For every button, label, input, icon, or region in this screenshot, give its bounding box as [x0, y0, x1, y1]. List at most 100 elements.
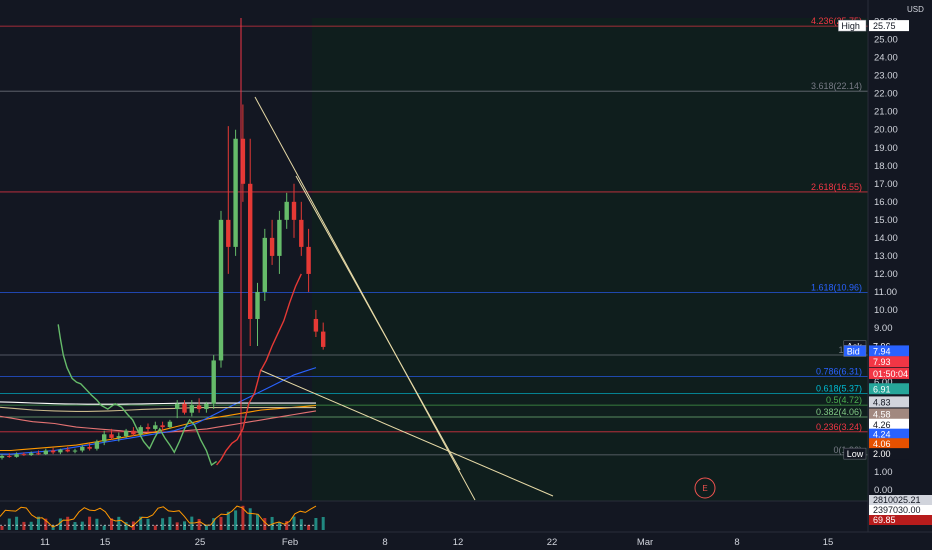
volume-bar — [7, 518, 11, 530]
indicator-tag: 2810025.21 — [869, 495, 932, 505]
price-tag-value: 4.58 — [873, 409, 891, 419]
indicator-tag-value: 69.85 — [873, 515, 896, 525]
price-tag: 7.93 — [869, 356, 909, 368]
volume-bar — [153, 525, 157, 530]
x-tick-label: 25 — [195, 537, 206, 548]
volume-bar — [299, 519, 303, 530]
candle-body — [255, 291, 260, 319]
candle-body — [0, 455, 5, 458]
x-tick-label: 15 — [823, 537, 834, 548]
x-tick-label: Mar — [637, 537, 653, 548]
volume-bar — [175, 522, 179, 530]
candle-body — [175, 403, 180, 410]
candle-body — [167, 421, 173, 428]
volume-bar — [197, 518, 201, 530]
candle — [218, 210, 224, 368]
y-tick-label: 16.00 — [874, 197, 898, 208]
volume-bar — [256, 514, 259, 530]
x-tick-label: 11 — [40, 537, 50, 548]
y-tick-label: 20.00 — [874, 125, 898, 136]
price-tag-value: 7.93 — [873, 357, 891, 367]
y-tick-label: 25.00 — [874, 35, 898, 46]
indicator-tag: 69.85 — [869, 515, 932, 525]
price-tag-value: 4.26 — [873, 420, 891, 430]
candle-body — [94, 441, 100, 449]
x-tick-label: 22 — [547, 537, 558, 548]
volume-bar — [88, 516, 92, 530]
price-tag: 4.83 — [869, 396, 909, 408]
volume-bar — [204, 525, 208, 530]
fib-label: 0.618(5.37) — [816, 383, 862, 393]
y-tick-label: 10.00 — [874, 305, 898, 316]
candle-body — [299, 219, 304, 247]
volume-bar — [219, 516, 223, 530]
price-chart[interactable]: 4.236(25.75)3.618(22.14)2.618(16.55)1.61… — [0, 0, 932, 550]
volume-bar — [73, 522, 77, 530]
volume-bar — [22, 521, 26, 530]
candle-body — [291, 201, 297, 220]
price-tag: Low 2.00 — [843, 447, 909, 460]
volume-bar — [102, 525, 106, 530]
fib-label: 0.382(4.06) — [816, 407, 862, 417]
candle-body — [58, 449, 63, 453]
candle-body — [182, 403, 187, 413]
candle-body — [284, 201, 289, 220]
candle — [211, 355, 216, 410]
fib-label: 0.786(6.31) — [816, 366, 862, 376]
price-tag-label: Bid — [847, 346, 860, 356]
currency-label: USD — [907, 5, 924, 14]
y-tick-label: 1.00 — [874, 467, 893, 478]
candle — [262, 228, 267, 301]
y-tick-label: 17.00 — [874, 179, 898, 190]
y-tick-label: 24.00 — [874, 53, 898, 64]
fib-label: 2.618(16.55) — [811, 182, 862, 192]
price-tag-value: 7.94 — [873, 346, 891, 356]
candle-body — [218, 219, 224, 361]
price-tag: 4.58 — [869, 408, 909, 420]
y-tick-label: 23.00 — [874, 71, 898, 82]
candle-body — [196, 405, 202, 410]
candle-body — [87, 446, 92, 449]
volume-bar — [183, 521, 186, 530]
annotation-letter: E — [702, 484, 707, 493]
price-tag: 6.91 — [869, 383, 909, 395]
volume-bar — [314, 517, 318, 530]
volume-bar — [248, 508, 252, 530]
volume-bar — [321, 517, 325, 530]
indicator-tag-value: 2810025.21 — [873, 495, 921, 505]
candle-body — [50, 450, 56, 453]
candle-body — [313, 318, 319, 332]
price-tag-value: 01:50:04 — [873, 369, 908, 379]
candle-body — [204, 403, 209, 410]
candle-body — [109, 434, 114, 438]
price-tag-value: 6.91 — [873, 384, 891, 394]
price-tag: 4.26 — [869, 418, 909, 430]
volume-bar — [292, 516, 296, 530]
y-tick-label: 9.00 — [874, 323, 893, 334]
candle-body — [123, 430, 129, 437]
candle-body — [72, 450, 78, 452]
candle-body — [65, 449, 70, 452]
volume-bar — [168, 516, 172, 530]
fib-label: 0.236(3.24) — [816, 422, 862, 432]
x-tick-label: 15 — [100, 537, 111, 548]
volume-bar — [234, 510, 238, 530]
price-tag-value: 4.24 — [873, 430, 891, 440]
candle-body — [160, 425, 165, 428]
volume-bar — [58, 518, 62, 530]
volume-bar — [15, 516, 19, 530]
candle-body — [321, 331, 326, 347]
candle-body — [269, 237, 275, 256]
price-tag-value: 4.06 — [873, 439, 891, 449]
candle-body — [306, 246, 311, 274]
x-axis[interactable]: 11 15 25 Feb 8 12 22 Mar 8 15 — [0, 531, 932, 550]
price-tag-value: 2.00 — [873, 449, 891, 459]
price-tag: 4.24 — [869, 428, 909, 440]
y-tick-label: 11.00 — [874, 287, 897, 298]
candle-body — [36, 453, 41, 455]
volume-bar — [307, 524, 311, 530]
price-tag: 01:50:04 — [869, 367, 909, 379]
volume-bar — [37, 516, 40, 530]
candle-body — [262, 237, 267, 292]
candle-body — [248, 183, 253, 319]
